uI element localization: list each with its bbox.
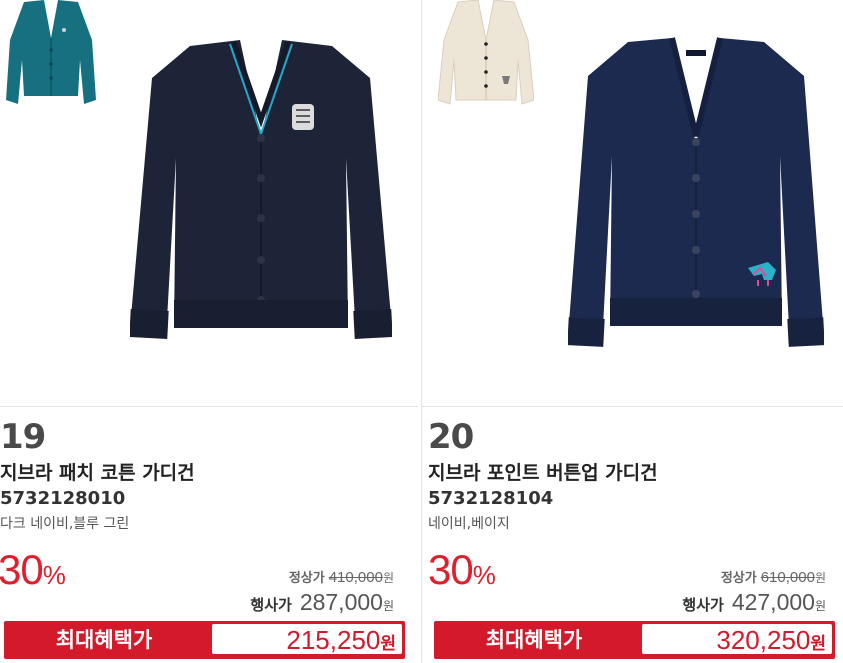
sale-price-value: 427,000	[731, 589, 815, 615]
discount-unit: %	[42, 560, 66, 590]
regular-price-value: 610,000	[760, 569, 815, 586]
regular-price-label: 정상가	[720, 571, 757, 586]
max-benefit-price-bar[interactable]: 최대혜택가 320,250원	[434, 621, 835, 659]
discount-value: 30	[428, 546, 474, 593]
max-benefit-price-box: 320,250원	[642, 624, 832, 655]
product-image-area[interactable]	[0, 0, 418, 407]
max-benefit-label: 최대혜택가	[55, 628, 153, 652]
regular-price-label: 정상가	[288, 571, 325, 586]
product-image-area[interactable]	[422, 0, 843, 407]
product-colors: 다크 네이비,블루 그린	[0, 516, 130, 532]
discount-rate: 30%	[428, 548, 496, 602]
product-name[interactable]: 지브라 패치 코튼 가디건	[0, 461, 195, 485]
regular-price-unit: 원	[382, 571, 394, 585]
max-benefit-price-bar[interactable]: 최대혜택가 215,250원	[4, 621, 405, 659]
product-rank: 20	[428, 417, 474, 457]
max-benefit-price-unit: 원	[380, 634, 396, 654]
discount-value: 30	[0, 546, 44, 593]
cardigan-navy-image[interactable]	[568, 36, 824, 352]
regular-price: 정상가 410,000원	[289, 569, 394, 588]
discount-rate: 30%	[0, 548, 66, 602]
sale-price-label: 행사가	[682, 596, 724, 614]
discount-unit: %	[472, 560, 496, 590]
color-thumbnail-blue-green[interactable]	[6, 0, 96, 110]
sale-price-unit: 원	[814, 599, 826, 613]
product-code: 5732128104	[428, 488, 554, 509]
product-card-19[interactable]: 19 지브라 패치 코튼 가디건 5732128010 다크 네이비,블루 그린…	[0, 0, 418, 663]
product-code: 5732128010	[0, 488, 126, 509]
product-name[interactable]: 지브라 포인트 버튼업 가디건	[428, 461, 658, 485]
product-grid: 19 지브라 패치 코튼 가디건 5732128010 다크 네이비,블루 그린…	[0, 0, 843, 663]
sale-price: 행사가 287,000원	[250, 589, 394, 619]
max-benefit-price-box: 215,250원	[212, 624, 402, 655]
max-benefit-price-value: 320,250	[716, 625, 811, 655]
regular-price: 정상가 610,000원	[721, 569, 826, 588]
product-card-20[interactable]: 20 지브라 포인트 버튼업 가디건 5732128104 네이비,베이지 30…	[421, 0, 843, 663]
regular-price-value: 410,000	[328, 569, 383, 586]
max-benefit-label: 최대혜택가	[485, 628, 583, 652]
product-rank: 19	[0, 417, 46, 457]
max-benefit-price-value: 215,250	[286, 625, 381, 655]
sale-price-unit: 원	[382, 599, 394, 613]
sale-price-value: 287,000	[299, 589, 383, 615]
sale-price-label: 행사가	[250, 596, 292, 614]
product-colors: 네이비,베이지	[428, 516, 510, 532]
cardigan-navy-image[interactable]	[130, 38, 392, 348]
color-thumbnail-beige[interactable]	[438, 0, 534, 110]
max-benefit-price-unit: 원	[810, 634, 826, 654]
sale-price: 행사가 427,000원	[682, 589, 826, 619]
regular-price-unit: 원	[814, 571, 826, 585]
